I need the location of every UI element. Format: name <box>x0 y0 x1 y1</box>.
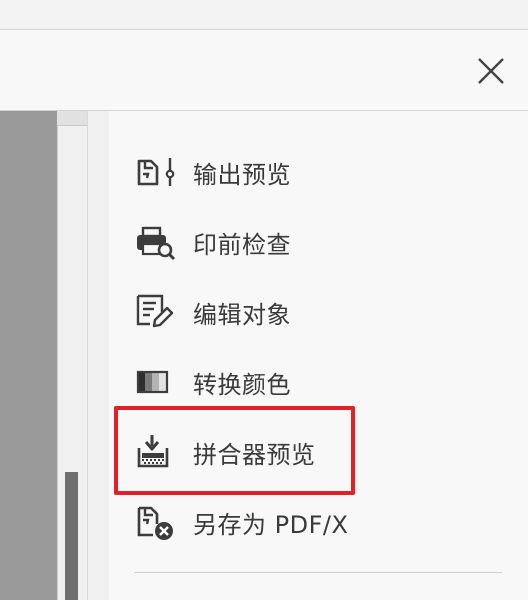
convert-colors-icon <box>134 362 178 402</box>
tool-label: 印前检查 <box>193 230 291 259</box>
tool-label: 转换颜色 <box>193 370 291 399</box>
tool-edit-object[interactable]: 编辑对象 <box>134 290 364 334</box>
close-button[interactable] <box>470 52 510 92</box>
top-toolbar <box>0 0 528 30</box>
tool-label: 编辑对象 <box>193 300 291 329</box>
panel-divider <box>134 572 502 573</box>
scrollbar-thumb[interactable] <box>65 472 78 600</box>
panel-splitter[interactable] <box>87 111 110 600</box>
tool-save-as-pdfx[interactable]: 另存为 PDF/X <box>134 500 364 544</box>
output-preview-icon <box>134 152 178 192</box>
tool-label: 输出预览 <box>193 160 291 189</box>
tools-panel-header <box>0 30 528 111</box>
document-canvas[interactable] <box>0 111 57 600</box>
save-as-pdfx-icon <box>134 502 178 542</box>
close-icon <box>478 58 504 84</box>
edit-object-icon <box>134 292 178 332</box>
highlight-annotation <box>114 406 355 495</box>
scrollbar-up-arrow[interactable] <box>57 111 87 126</box>
preflight-icon <box>134 222 178 262</box>
tool-convert-colors[interactable]: 转换颜色 <box>134 360 364 404</box>
tool-label: 另存为 PDF/X <box>193 510 349 539</box>
tool-preflight[interactable]: 印前检查 <box>134 220 364 264</box>
tool-output-preview[interactable]: 输出预览 <box>134 150 364 194</box>
